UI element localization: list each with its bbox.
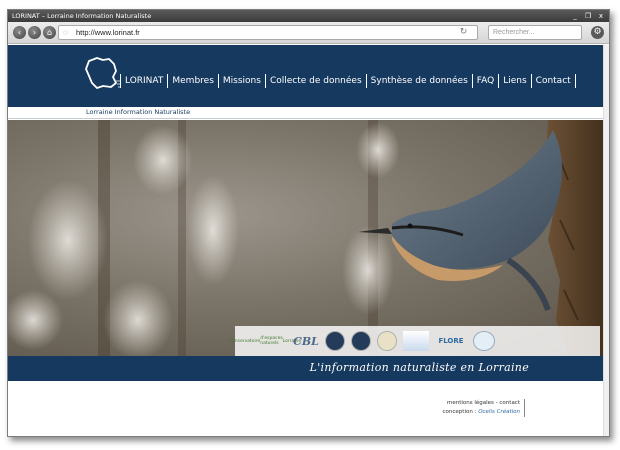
browser-window: LORINAT – Lorraine Information Naturalis… [7,9,610,437]
search-input[interactable]: Rechercher... [488,25,582,40]
back-arrow-icon: ‹ [17,28,22,37]
page-scrollbar[interactable] [603,45,609,436]
site-footer: mentions légales - contact conception : … [8,381,609,436]
site-tagline: L'information naturaliste en Lorraine [309,361,529,374]
partner-logo-circle-3[interactable] [377,331,397,351]
partner-logo-oval[interactable] [473,331,495,351]
footer-links: mentions légales - contact conception : … [443,399,525,417]
minimize-button[interactable]: _ [571,10,579,22]
footer-contact-link[interactable]: contact [499,400,520,406]
main-nav: LORINAT Membres Missions Collecte de don… [120,74,576,88]
credit-prefix: conception : [442,409,479,415]
nuthatch-photo [8,120,609,356]
legal-link[interactable]: mentions légales [447,400,494,406]
url-bar[interactable]: ◌ http://www.lorinat.fr [58,25,478,40]
partner-cen-line2: d'espaces naturels [260,336,283,346]
hero-image: Conservatoire d'espaces naturels Lorrain… [8,120,609,356]
partner-logos: Conservatoire d'espaces naturels Lorrain… [229,326,600,356]
partner-cbl[interactable]: CBL [293,331,319,351]
nav-item-lorinat[interactable]: LORINAT [120,74,169,88]
close-button[interactable]: x [597,10,605,22]
site-header: LORINAT Membres Missions Collecte de don… [8,45,609,107]
partner-cen-lorraine[interactable]: Conservatoire d'espaces naturels Lorrain… [229,331,301,351]
nav-item-collecte[interactable]: Collecte de données [266,74,367,88]
browser-toolbar: ‹ › ⌂ ◌ http://www.lorinat.fr ↻ Recherch… [8,22,609,44]
settings-button[interactable]: ⚙ [591,26,604,39]
gear-icon: ⚙ [593,27,602,37]
subtitle-bar: Lorraine Information Naturaliste [8,107,609,119]
web-page: LORINAT Membres Missions Collecte de don… [8,45,609,436]
page-icon: ◌ [63,28,68,37]
partner-logo-circle-1[interactable] [325,331,345,351]
url-text: http://www.lorinat.fr [76,28,140,37]
title-bar: LORINAT – Lorraine Information Naturalis… [8,10,609,22]
home-button[interactable]: ⌂ [43,26,56,39]
partner-logo-circle-2[interactable] [351,331,371,351]
nav-item-missions[interactable]: Missions [219,74,266,88]
nav-item-synthese[interactable]: Synthèse de données [367,74,473,88]
window-title: LORINAT – Lorraine Information Naturalis… [12,12,152,20]
forward-button[interactable]: › [28,26,41,39]
back-button[interactable]: ‹ [13,26,26,39]
nav-item-faq[interactable]: FAQ [473,74,500,88]
reload-icon: ↻ [459,27,468,37]
restore-button[interactable]: ❐ [584,10,592,22]
reload-button[interactable]: ↻ [458,27,469,38]
nav-item-membres[interactable]: Membres [168,74,219,88]
site-subtitle: Lorraine Information Naturaliste [86,108,191,116]
partner-cen-line1: Conservatoire [228,338,261,344]
window-controls: _ ❐ x [571,10,605,22]
lorinat-logo-icon[interactable] [83,55,123,91]
home-icon: ⌂ [46,28,53,37]
forward-arrow-icon: › [32,28,37,37]
partner-logo-ale[interactable] [403,331,429,351]
search-placeholder: Rechercher... [493,29,535,36]
nav-item-contact[interactable]: Contact [532,74,576,88]
tagline-bar: L'information naturaliste en Lorraine [8,356,609,381]
credit-link[interactable]: Ocelis Création [478,409,520,415]
nav-item-liens[interactable]: Liens [499,74,532,88]
partner-flore[interactable]: FLORE [435,331,467,351]
